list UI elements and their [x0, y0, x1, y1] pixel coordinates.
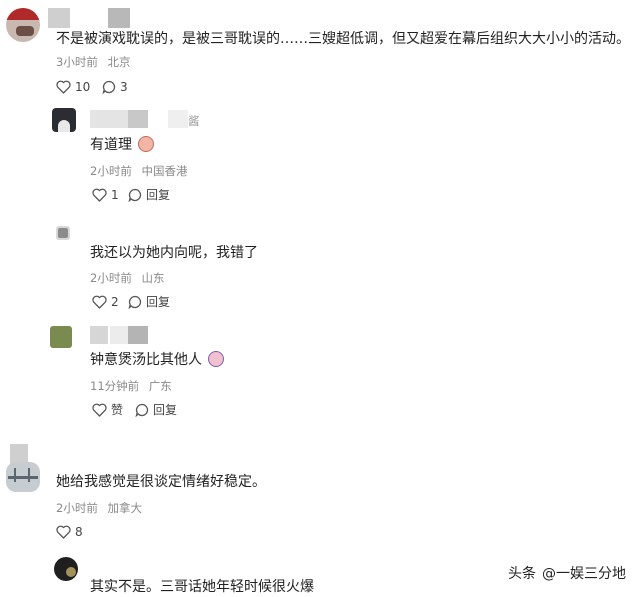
reply-label: 回复	[146, 188, 171, 202]
comment-meta: 3小时前 北京	[56, 55, 130, 69]
comment-text: 她给我感觉是很谈定情绪好稳定。	[56, 474, 266, 490]
username-redacted	[90, 110, 128, 128]
like-count: 2	[111, 295, 119, 309]
comment-location: 山东	[141, 271, 165, 285]
heart-icon	[56, 80, 71, 94]
watermark-account: @一娱三分地	[542, 566, 626, 582]
heart-icon	[92, 188, 107, 202]
comment-location: 加拿大	[107, 501, 142, 515]
comment-time: 2小时前	[56, 501, 98, 515]
comment-text: 我还以为她内向呢，我错了	[90, 245, 258, 261]
comment-meta: 2小时前 山东	[90, 271, 164, 285]
reply-label: 回复	[153, 403, 178, 417]
watermark-platform: 头条	[508, 566, 536, 582]
avatar[interactable]	[6, 8, 40, 42]
comment-location: 北京	[107, 55, 131, 69]
emoji-icon	[208, 351, 225, 367]
reply-label: 回复	[146, 295, 171, 309]
avatar[interactable]	[54, 557, 78, 581]
avatar[interactable]	[52, 108, 76, 132]
reply-button[interactable]: 回复	[135, 403, 177, 417]
like-count: 1	[111, 188, 119, 202]
username-redacted	[108, 8, 130, 28]
comment-location: 中国香港	[141, 164, 188, 178]
comment-meta: 11分钟前 广东	[90, 379, 172, 393]
comment-bubble-icon	[128, 295, 142, 309]
username-redacted	[128, 326, 148, 344]
like-button[interactable]: 1	[92, 188, 119, 202]
like-button[interactable]: 8	[56, 525, 83, 539]
like-button[interactable]: 2	[92, 295, 119, 309]
comment-meta: 2小时前 中国香港	[90, 164, 187, 178]
username-redacted	[48, 8, 70, 28]
username-redacted	[168, 110, 188, 128]
like-count: 8	[75, 525, 83, 539]
watermark: 头条 @一娱三分地	[508, 563, 626, 583]
comment-location: 广东	[148, 379, 172, 393]
like-count: 10	[75, 80, 91, 94]
comment-bubble-icon	[102, 80, 116, 94]
reply-button[interactable]: 回复	[128, 295, 170, 309]
reply-button[interactable]: 3	[102, 80, 128, 94]
avatar[interactable]	[56, 226, 70, 240]
comment-bubble-icon	[128, 188, 142, 202]
username-redacted	[110, 326, 128, 344]
heart-icon	[92, 295, 107, 309]
comment-time: 2小时前	[90, 271, 132, 285]
username-redacted	[90, 326, 108, 344]
username-tail: 酱	[188, 114, 200, 128]
avatar[interactable]	[50, 326, 72, 348]
username-redacted	[128, 110, 148, 128]
username-redacted	[10, 444, 28, 464]
comment-text-content: 钟意煲汤比其他人	[90, 352, 202, 368]
comment-time: 11分钟前	[90, 379, 140, 393]
reply-button[interactable]: 回复	[128, 188, 170, 202]
like-label: 赞	[111, 403, 124, 417]
comment-text: 钟意煲汤比其他人	[90, 351, 225, 369]
heart-icon	[56, 525, 71, 539]
like-button[interactable]: 赞	[92, 403, 123, 417]
comment-bubble-icon	[135, 403, 149, 417]
comment-time: 2小时前	[90, 164, 132, 178]
comment-text: 有道理	[90, 136, 155, 154]
comment-text: 不是被演戏耽误的，是被三哥耽误的……三嫂超低调，但又超爱在幕后组织大大小小的活动…	[56, 31, 630, 47]
comment-text-content: 有道理	[90, 137, 132, 153]
heart-icon	[92, 403, 107, 417]
comment-text: 其实不是。三哥话她年轻时候很火爆	[90, 579, 314, 595]
avatar[interactable]	[6, 462, 40, 492]
like-button[interactable]: 10	[56, 80, 90, 94]
emoji-icon	[138, 136, 155, 152]
comment-time: 3小时前	[56, 55, 98, 69]
comment-meta: 2小时前 加拿大	[56, 501, 142, 515]
reply-count: 3	[120, 80, 128, 94]
